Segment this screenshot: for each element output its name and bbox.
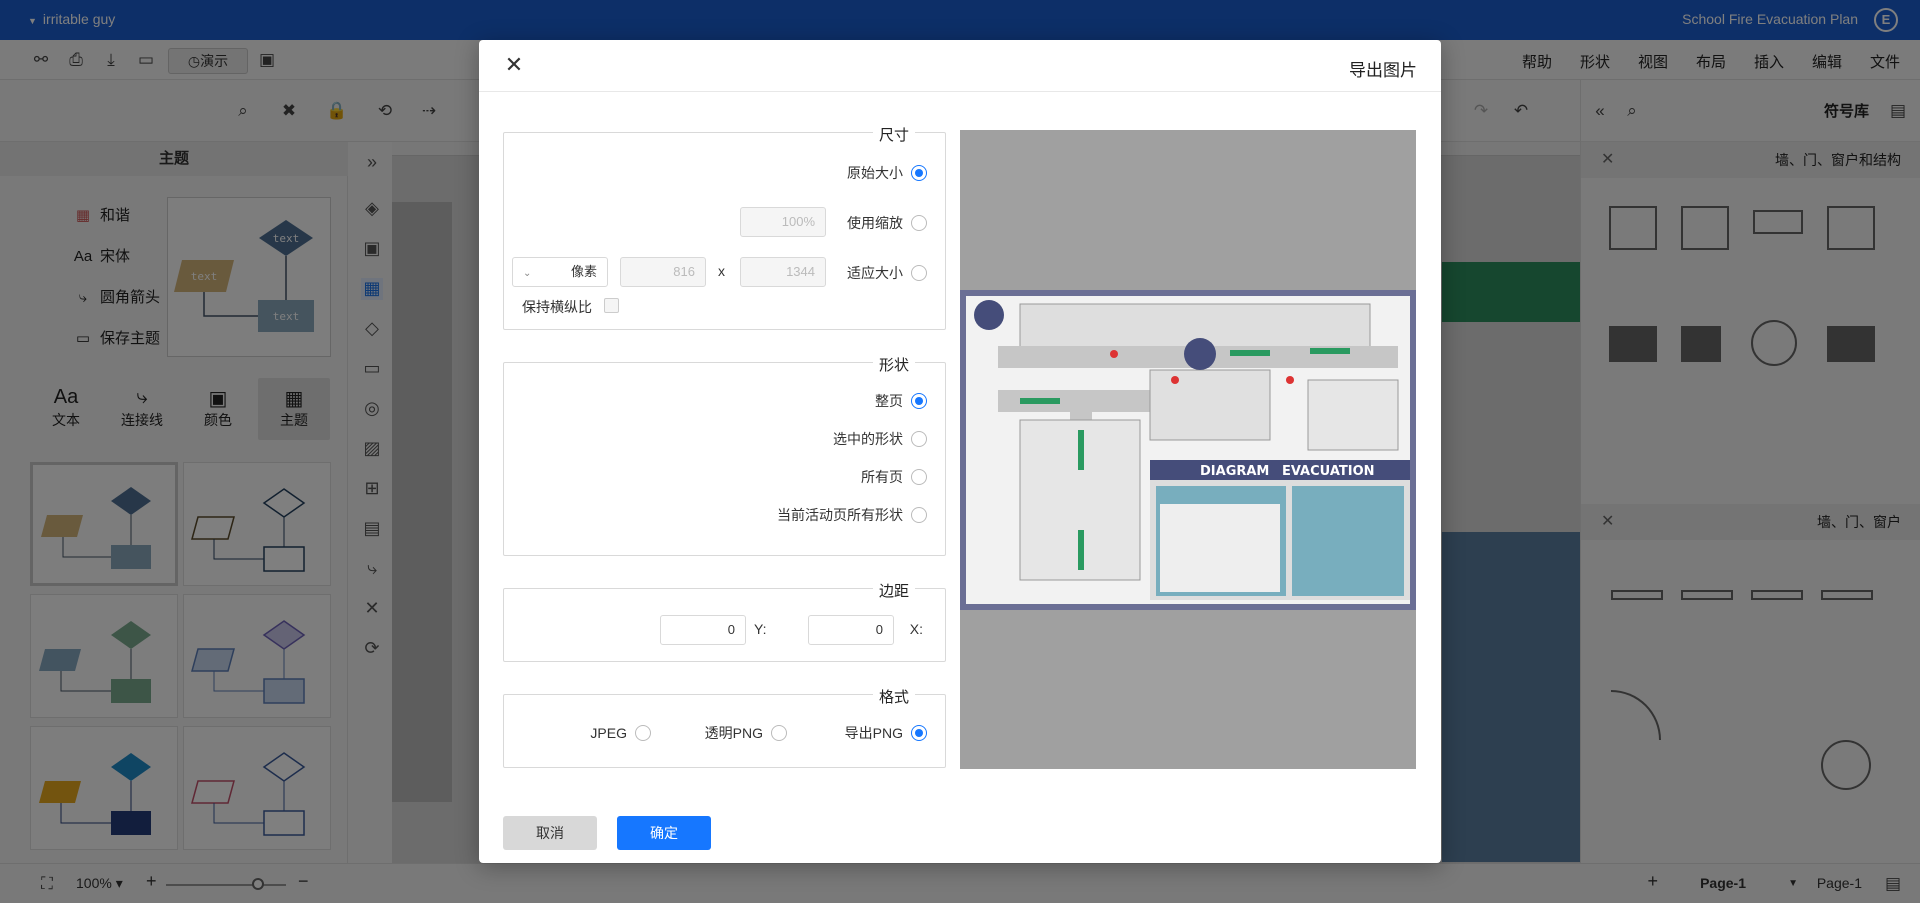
margin-x-label: X: xyxy=(909,621,923,637)
floor-plan-preview-image: DIAGRAM EVACUATION xyxy=(960,290,1416,610)
export-image-dialog: 导出图片 ✕ DIAGRAM EVACUATION 尺寸 原始大小 使用缩放 1… xyxy=(479,40,1441,863)
size-legend: 尺寸 xyxy=(872,124,915,145)
radio-icon[interactable] xyxy=(911,265,927,281)
margin-x-input[interactable]: 0 xyxy=(808,615,894,645)
radio-all-pages[interactable]: 所有页 xyxy=(861,467,927,487)
margin-fieldset: 边距 X: 0 Y: 0 xyxy=(503,580,946,662)
export-preview: DIAGRAM EVACUATION xyxy=(960,130,1416,769)
radio-active-page-shapes[interactable]: 当前活动页所有形状 xyxy=(777,505,927,525)
radio-label: 原始大小 xyxy=(847,165,903,181)
chevron-down-icon: ⌄ xyxy=(523,268,532,279)
margin-y-input[interactable]: 0 xyxy=(660,615,746,645)
radio-use-scale[interactable]: 使用缩放 xyxy=(847,213,927,233)
cancel-button[interactable]: 取消 xyxy=(503,816,597,850)
keep-ratio-label: 保持横纵比 xyxy=(522,299,592,315)
radio-checked-icon[interactable] xyxy=(911,393,927,409)
radio-icon[interactable] xyxy=(911,507,927,523)
radio-fit-size[interactable]: 适应大小 xyxy=(847,263,927,283)
keep-ratio-checkbox[interactable] xyxy=(604,298,619,313)
radio-export-png[interactable]: 导出PNG xyxy=(845,723,927,743)
radio-label: 使用缩放 xyxy=(847,215,903,231)
preview-evacuation-label: EVACUATION xyxy=(1282,464,1375,479)
radio-checked-icon[interactable] xyxy=(911,725,927,741)
format-legend: 格式 xyxy=(872,686,915,707)
radio-label: 适应大小 xyxy=(847,265,903,281)
size-separator: x xyxy=(718,263,725,279)
radio-icon[interactable] xyxy=(911,431,927,447)
format-fieldset: 格式 导出PNG 透明PNG JPEG xyxy=(503,686,946,768)
radio-icon[interactable] xyxy=(771,725,787,741)
close-icon[interactable]: ✕ xyxy=(501,52,527,78)
radio-whole-page[interactable]: 整页 xyxy=(875,391,927,411)
radio-selected-shapes[interactable]: 选中的形状 xyxy=(833,429,927,449)
radio-icon[interactable] xyxy=(635,725,651,741)
unit-value: 像素 xyxy=(570,264,597,279)
radio-label: 选中的形状 xyxy=(833,431,903,447)
shape-legend: 形状 xyxy=(872,354,915,375)
radio-checked-icon[interactable] xyxy=(911,165,927,181)
dialog-header: 导出图片 ✕ xyxy=(479,40,1441,92)
radio-label: JPEG xyxy=(590,725,627,741)
margin-y-label: Y: xyxy=(754,621,767,637)
scale-input[interactable]: 100% xyxy=(740,207,826,237)
preview-diagram-label: DIAGRAM xyxy=(1200,464,1269,479)
width-input[interactable]: 1344 xyxy=(740,257,826,287)
height-input[interactable]: 816 xyxy=(620,257,706,287)
unit-select[interactable]: ⌄ 像素 xyxy=(512,257,608,287)
radio-original-size[interactable]: 原始大小 xyxy=(847,163,927,183)
dialog-title: 导出图片 xyxy=(1349,61,1417,80)
radio-label: 所有页 xyxy=(861,469,903,485)
radio-jpeg[interactable]: JPEG xyxy=(590,723,651,743)
radio-icon[interactable] xyxy=(911,469,927,485)
radio-icon[interactable] xyxy=(911,215,927,231)
ok-button[interactable]: 确定 xyxy=(617,816,711,850)
radio-label: 透明PNG xyxy=(704,725,763,741)
radio-transparent-png[interactable]: 透明PNG xyxy=(705,723,787,743)
margin-legend: 边距 xyxy=(872,580,915,601)
radio-label: 导出PNG xyxy=(844,725,903,741)
size-fieldset: 尺寸 原始大小 使用缩放 100% 适应大小 1344 x 816 ⌄ 像素 保… xyxy=(503,124,946,330)
shape-fieldset: 形状 整页 选中的形状 所有页 当前活动页所有形状 xyxy=(503,354,946,556)
floor-plan-drawing: DIAGRAM EVACUATION xyxy=(966,296,1410,604)
radio-label: 当前活动页所有形状 xyxy=(777,507,903,523)
radio-label: 整页 xyxy=(875,393,903,409)
